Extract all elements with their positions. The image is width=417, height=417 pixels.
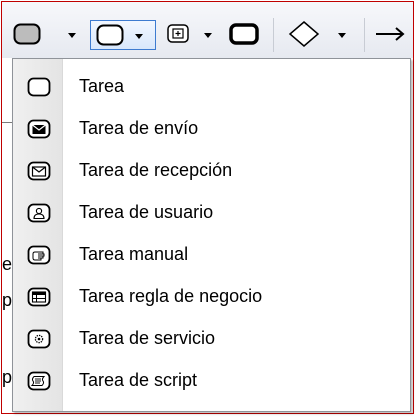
menu-item-label: Tarea de recepción: [79, 160, 233, 180]
menu-item-send-task[interactable]: Tarea de envío: [14, 109, 409, 149]
send-task-icon: [27, 119, 51, 139]
subprocess-button[interactable]: [164, 20, 220, 50]
menu-item-user-task[interactable]: Tarea de usuario: [14, 193, 409, 233]
task-shape-button[interactable]: [10, 20, 86, 50]
menu-item-receive-task[interactable]: Tarea de recepción: [14, 151, 409, 191]
menu-item-label: Tarea de script: [79, 370, 198, 390]
menu-item-label: Tarea de envío: [79, 118, 199, 138]
chevron-down-icon[interactable]: [204, 33, 212, 38]
background-line: [2, 122, 12, 123]
service-task-icon: [27, 329, 51, 349]
sequence-flow-button[interactable]: [370, 20, 410, 50]
gateway-button[interactable]: [282, 20, 356, 50]
background-clipped-text: p: [2, 367, 13, 387]
toolbar-separator: [273, 18, 274, 52]
receive-task-icon: [27, 161, 51, 181]
task-type-menu: Tarea Tarea de envío Tarea de recepción …: [12, 58, 411, 412]
menu-item-label: Tarea de usuario: [79, 202, 214, 222]
subprocess-icon: [167, 24, 189, 43]
menu-item-label: Tarea de servicio: [79, 328, 216, 348]
shape-toolbar: [2, 2, 413, 58]
task-icon: [27, 77, 51, 97]
business-rule-task-icon: [27, 287, 51, 307]
arrow-right-icon: [376, 27, 405, 41]
call-activity-button[interactable]: [224, 20, 264, 50]
manual-task-icon: [27, 245, 51, 265]
bold-rounded-rect-icon: [229, 23, 259, 45]
user-task-icon: [27, 203, 51, 223]
task-outline-button[interactable]: [90, 20, 156, 50]
menu-item-label: Tarea: [79, 76, 125, 96]
toolbar-separator: [364, 18, 365, 52]
menu-item-task[interactable]: Tarea: [14, 67, 409, 107]
rounded-rect-outline-icon: [96, 24, 124, 46]
background-clipped-text: e: [2, 254, 13, 274]
rounded-rect-filled-icon: [13, 23, 41, 45]
script-task-icon: [27, 371, 51, 391]
menu-item-script-task[interactable]: Tarea de script: [14, 361, 409, 401]
menu-item-business-rule-task[interactable]: Tarea regla de negocio: [14, 277, 409, 317]
background-clipped-text: p: [2, 290, 13, 310]
diamond-icon: [288, 21, 320, 47]
chevron-down-icon[interactable]: [68, 33, 76, 38]
chevron-down-icon[interactable]: [338, 33, 346, 38]
chevron-down-icon[interactable]: [135, 34, 143, 39]
menu-item-manual-task[interactable]: Tarea manual: [14, 235, 409, 275]
menu-item-label: Tarea manual: [79, 244, 189, 264]
menu-item-service-task[interactable]: Tarea de servicio: [14, 319, 409, 359]
menu-item-label: Tarea regla de negocio: [79, 286, 263, 306]
